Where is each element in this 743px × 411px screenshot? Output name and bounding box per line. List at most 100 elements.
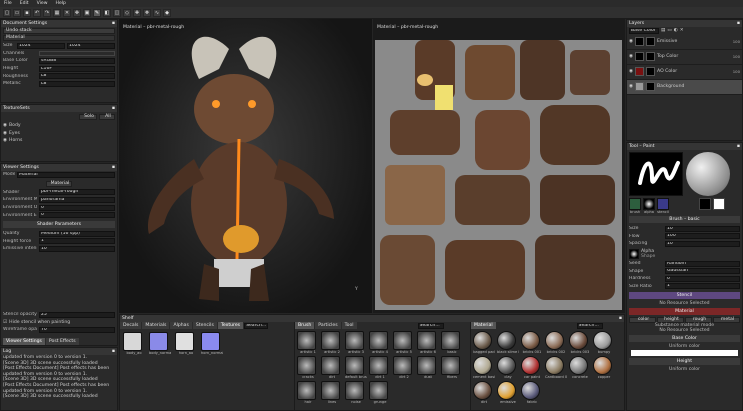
search-input[interactable]: Search...	[417, 322, 444, 329]
close-icon[interactable]: ▪	[737, 20, 740, 27]
texture-resource[interactable]: horn_normal	[201, 332, 223, 355]
material-sphere-preview[interactable]	[686, 152, 730, 196]
alpha-thumb[interactable]	[643, 198, 655, 210]
geometry-icon[interactable]: ◇	[123, 8, 131, 17]
spacing-field[interactable]: 10	[665, 240, 740, 247]
material-resource[interactable]: Cardboard 001	[545, 356, 567, 379]
material-resource[interactable]: bricks 002	[545, 331, 567, 354]
brush-resource[interactable]: basic	[441, 331, 463, 354]
brush-stroke-preview[interactable]	[629, 152, 683, 196]
tab-brush[interactable]: Brush	[295, 322, 315, 329]
brush-header[interactable]: Brush – basic	[629, 216, 740, 223]
close-icon[interactable]: ▪	[112, 20, 115, 27]
frame-icon[interactable]: ▣	[83, 8, 91, 17]
close-icon[interactable]: ▪	[112, 164, 115, 171]
color-swatch-white[interactable]	[713, 198, 725, 210]
wireframe-opacity-field[interactable]: 70	[39, 326, 115, 333]
add-layer-icon[interactable]: ▤	[661, 28, 665, 33]
brush-resource[interactable]: artistic 3	[345, 331, 367, 354]
height-force-field[interactable]: 1	[39, 238, 115, 245]
brush-thumb[interactable]	[629, 198, 641, 210]
tab-textures[interactable]: Textures	[217, 322, 244, 329]
textureset-item[interactable]: ◉ Eyes	[1, 130, 117, 138]
height-header[interactable]: Height	[629, 358, 740, 366]
material-header[interactable]: Material	[629, 308, 740, 316]
picker-icon[interactable]: ✚	[133, 8, 141, 17]
visibility-icon[interactable]: ◉	[629, 84, 633, 89]
stencil-thumb[interactable]	[657, 198, 669, 210]
menu-view[interactable]: View	[37, 1, 48, 6]
search-input[interactable]: Search...	[244, 322, 269, 329]
undo-icon[interactable]: ↶	[33, 8, 41, 17]
undo-stack-button[interactable]: Undo stack	[3, 28, 115, 34]
visibility-icon[interactable]: ◉	[629, 54, 633, 59]
open-folder-icon[interactable]: ▭	[13, 8, 21, 17]
textureset-item[interactable]: ◉ Horns	[1, 137, 117, 145]
all-button[interactable]: All	[99, 114, 115, 120]
visibility-icon[interactable]: ◉	[3, 131, 7, 136]
material-resource[interactable]: copper	[593, 356, 615, 379]
channel-format-select[interactable]: L16F	[39, 65, 115, 72]
redo-icon[interactable]: ↷	[43, 8, 51, 17]
material-section[interactable]: Material	[3, 35, 115, 41]
material-resource[interactable]: fabric	[521, 381, 543, 404]
material-mode-button[interactable]: Material	[46, 180, 72, 187]
visibility-icon[interactable]: ◉	[629, 39, 633, 44]
close-icon[interactable]: ▪	[619, 315, 622, 322]
textureset-item[interactable]: ◉ Body	[1, 122, 117, 130]
brush-resource[interactable]: artistic 5	[393, 331, 415, 354]
channel-toggle-metal[interactable]: metal	[713, 317, 740, 324]
channel-format-select[interactable]: L8	[39, 80, 115, 87]
channels-list[interactable]	[39, 50, 115, 56]
new-file-icon[interactable]: ▢	[3, 8, 11, 17]
size-select-2[interactable]: 1024	[67, 42, 115, 49]
material-resource[interactable]: bagged pad	[473, 331, 495, 354]
viewport-3d[interactable]: Material – pbr-metal-rough Y	[119, 19, 372, 313]
brush-resource[interactable]: artistic 1	[297, 331, 319, 354]
texture-resource[interactable]: body_normal	[149, 332, 171, 355]
color-swatch-black[interactable]	[699, 198, 711, 210]
grid-icon[interactable]: ▦	[53, 8, 61, 17]
environment-exposure-field[interactable]: 0	[39, 212, 115, 219]
size-field[interactable]: 10	[665, 225, 740, 232]
material-resource[interactable]: car paint	[521, 356, 543, 379]
quality-select[interactable]: Medium (16 spp)	[39, 230, 115, 237]
mode-select[interactable]: Material	[17, 171, 115, 178]
base-color-header[interactable]: Base Color	[629, 335, 740, 343]
folder-icon[interactable]: ▭	[667, 28, 671, 33]
tab-post-effects[interactable]: Post Effects	[45, 338, 79, 345]
brush-resource[interactable]: dirt 2	[393, 356, 415, 379]
layer-row[interactable]: ◉ Background	[627, 79, 742, 95]
move-icon[interactable]: ✥	[73, 8, 81, 17]
solo-button[interactable]: Solo	[79, 114, 97, 120]
layer-row[interactable]: ◉ Emissive 100	[627, 35, 742, 50]
projection-icon[interactable]: ◫	[113, 8, 121, 17]
material-resource[interactable]: clay	[497, 356, 519, 379]
visibility-icon[interactable]: ◉	[3, 138, 7, 143]
shape-select[interactable]: Gaussian	[665, 268, 740, 275]
visibility-icon[interactable]: ◉	[3, 123, 7, 128]
brush-resource[interactable]: lines	[321, 381, 343, 404]
brush-resource[interactable]: artistic 6	[417, 331, 439, 354]
brush-resource[interactable]: dust	[417, 356, 439, 379]
size-select[interactable]: 1024	[17, 42, 65, 49]
brush-resource[interactable]: default brush	[345, 356, 367, 379]
close-icon[interactable]: ✕	[63, 8, 71, 17]
hardness-field[interactable]: 0	[665, 275, 740, 282]
tab-alphas[interactable]: Alphas	[170, 322, 192, 329]
brush-resource[interactable]: hair	[297, 381, 319, 404]
visibility-icon[interactable]: ◉	[629, 69, 633, 74]
environment-opacity-field[interactable]: 0	[39, 204, 115, 211]
tab-tool[interactable]: Tool	[341, 322, 357, 329]
smudge-icon[interactable]: ∿	[153, 8, 161, 17]
base-color-swatch[interactable]	[631, 350, 738, 357]
brush-resource[interactable]: noise	[345, 381, 367, 404]
flow-field[interactable]: 100	[665, 233, 740, 240]
close-icon[interactable]: ▪	[112, 105, 115, 112]
checkbox-icon[interactable]: ☑	[3, 320, 7, 325]
environment-map-select[interactable]: panorama	[39, 196, 115, 203]
menu-help[interactable]: Help	[56, 1, 66, 6]
search-input[interactable]: Search...	[576, 322, 603, 329]
uv-texture-canvas[interactable]	[375, 40, 622, 310]
hide-stencil-checkbox[interactable]: ☑ Hide stencil when painting	[1, 318, 117, 326]
